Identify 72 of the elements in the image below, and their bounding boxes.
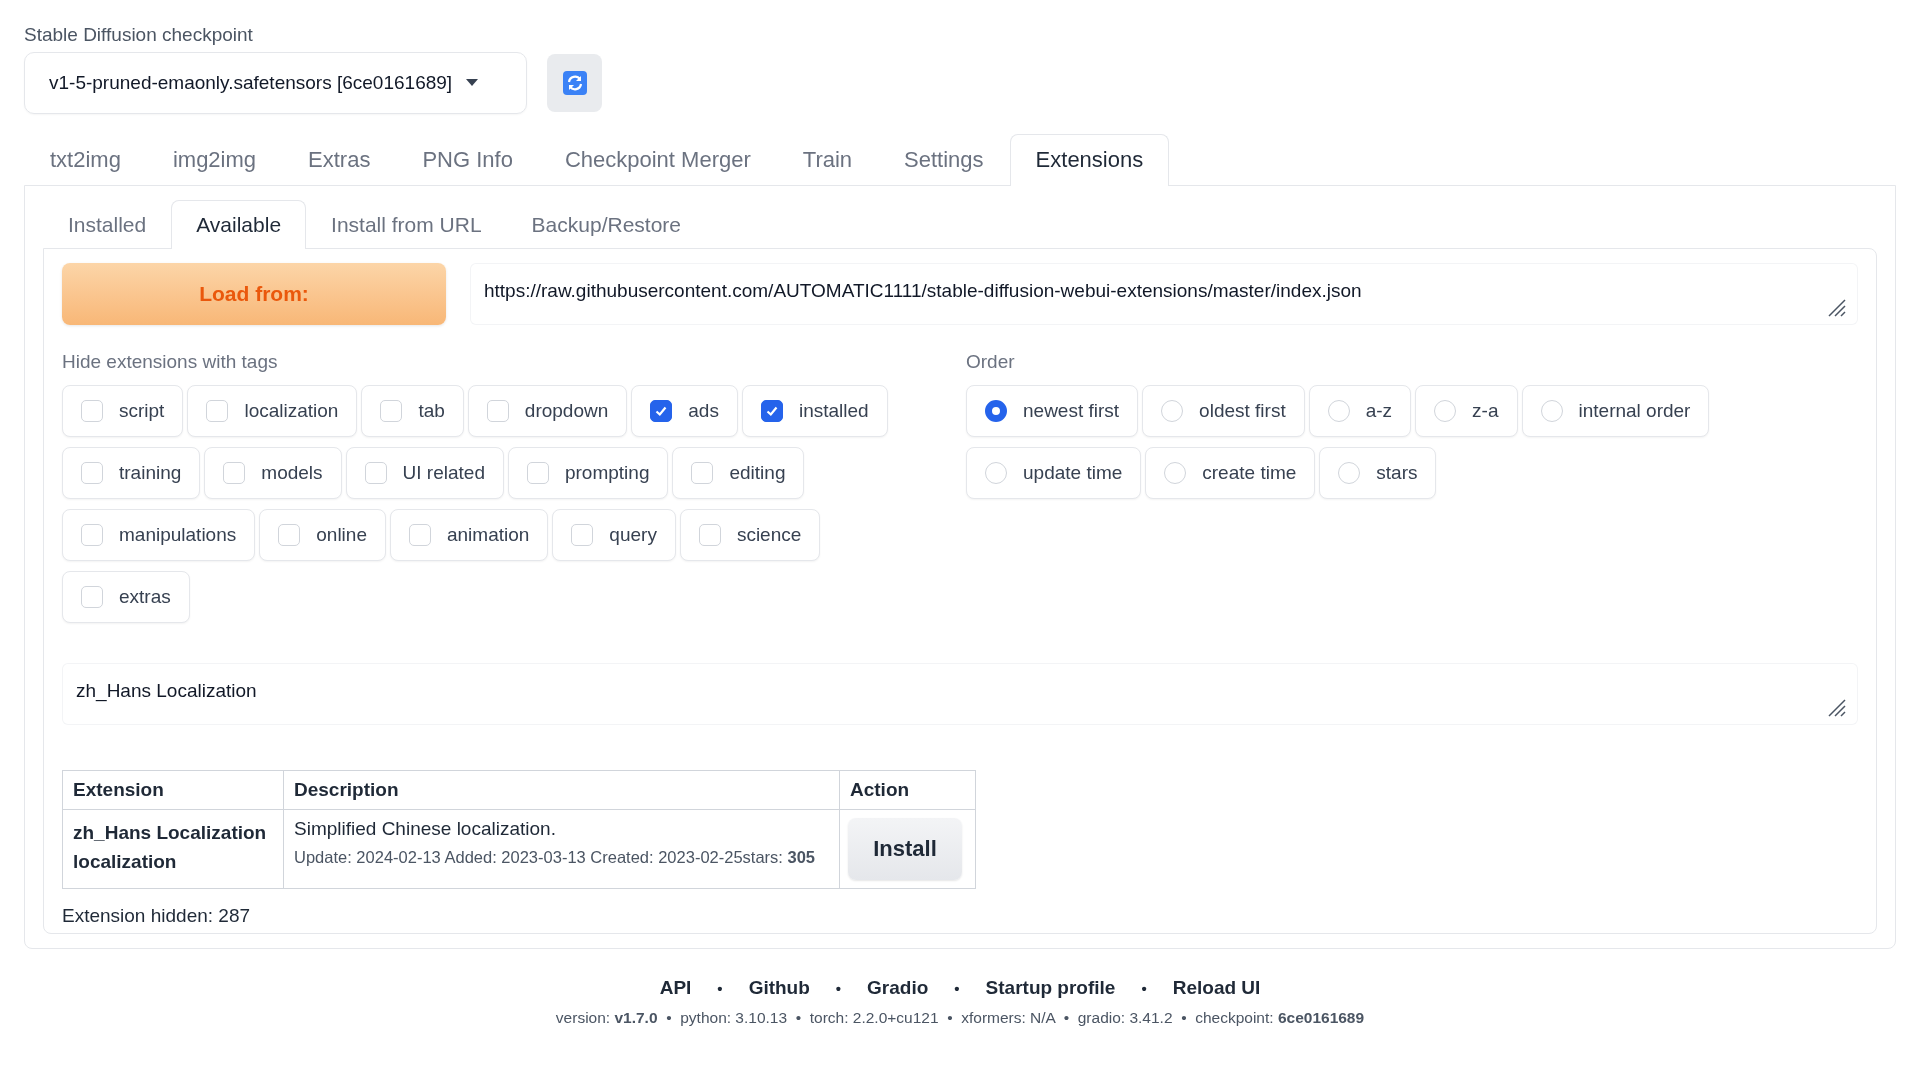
- install-button[interactable]: Install: [848, 818, 962, 880]
- tab[interactable]: PNG Info: [396, 134, 539, 186]
- extension-name: zh_Hans Localization: [73, 821, 268, 845]
- tab[interactable]: Settings: [878, 134, 1010, 186]
- tab[interactable]: Install from URL: [306, 200, 507, 249]
- refresh-button[interactable]: [547, 54, 602, 112]
- column-header: Action: [839, 770, 976, 810]
- checkbox-option[interactable]: prompting: [507, 447, 669, 499]
- checkmark-icon: [764, 404, 779, 418]
- extension-details: Update: 2024-02-13 Added: 2023-03-13 Created: 2023-02-25stars: 305: [294, 848, 817, 867]
- footer-link[interactable]: Gradio: [867, 977, 929, 999]
- extension-tags: localization: [73, 847, 273, 876]
- radio-button[interactable]: [985, 400, 1007, 422]
- radio-option[interactable]: a-z: [1308, 385, 1412, 437]
- checkbox-option[interactable]: editing: [672, 447, 805, 499]
- checkbox-option[interactable]: dropdown: [467, 385, 628, 437]
- checkbox-option[interactable]: models: [204, 447, 342, 499]
- checkbox-option[interactable]: training: [62, 447, 201, 499]
- radio-option[interactable]: internal order: [1521, 385, 1710, 437]
- radio-option[interactable]: newest first: [966, 385, 1139, 437]
- checkbox-option[interactable]: manipulations: [62, 509, 256, 561]
- separator: •: [1141, 979, 1147, 997]
- checkpoint-dropdown[interactable]: v1-5-pruned-emaonly.safetensors [6ce0161689]: [24, 52, 527, 114]
- footer-link[interactable]: Reload UI: [1172, 977, 1261, 999]
- checkbox-option[interactable]: UI related: [345, 447, 504, 499]
- tab[interactable]: Train: [776, 134, 879, 186]
- resize-handle-icon[interactable]: [1826, 697, 1846, 717]
- url-field[interactable]: https://raw.githubusercontent.com/AUTOMATIC1111/stable-diffusion-webui-extensions/master/index.json: [470, 263, 1858, 325]
- tab[interactable]: Installed: [43, 200, 172, 249]
- tab[interactable]: Extensions: [1009, 134, 1170, 186]
- checkbox[interactable]: [650, 400, 673, 422]
- checkbox-option[interactable]: extras: [62, 571, 190, 623]
- tab[interactable]: Checkpoint Merger: [538, 134, 777, 186]
- radio-option[interactable]: z-a: [1415, 385, 1518, 437]
- radio-option[interactable]: oldest first: [1142, 385, 1305, 437]
- radio-option[interactable]: create time: [1145, 447, 1316, 499]
- tab[interactable]: Extras: [282, 134, 397, 186]
- version-info: version: v1.7.0 • python: 3.10.13 • torch: 2.2.0+cu121 • xformers: N/A • gradio: 3.41.2 • checkpoint: 6ce0161689: [555, 1009, 1365, 1027]
- hidden-count: Extension hidden: 287: [62, 905, 251, 927]
- refresh-icon: [562, 71, 587, 95]
- column-header: Extension: [62, 770, 284, 810]
- separator: •: [717, 979, 723, 997]
- checkbox-option[interactable]: script: [62, 385, 184, 437]
- checkbox-option[interactable]: animation: [389, 509, 549, 561]
- checkbox-option[interactable]: tab: [361, 385, 464, 437]
- checkbox-option[interactable]: online: [259, 509, 386, 561]
- tab[interactable]: txt2img: [24, 134, 147, 186]
- resize-handle-icon[interactable]: [1826, 297, 1846, 317]
- checkbox-option[interactable]: science: [679, 509, 821, 561]
- checkbox-option[interactable]: ads: [631, 385, 738, 437]
- caret-icon: [466, 79, 479, 87]
- checkmark-icon: [654, 404, 669, 418]
- checkbox-option[interactable]: localization: [187, 385, 358, 437]
- footer-link[interactable]: Startup profile: [985, 977, 1116, 999]
- checkbox-option[interactable]: installed: [741, 385, 888, 437]
- group-label: Order: [966, 351, 1015, 373]
- column-header: Description: [283, 770, 840, 810]
- footer-link[interactable]: Github: [748, 977, 810, 999]
- radio-option[interactable]: stars: [1319, 447, 1437, 499]
- tab[interactable]: Available: [171, 200, 307, 249]
- radio-option[interactable]: update time: [966, 447, 1142, 499]
- group-label: Hide extensions with tags: [62, 351, 278, 373]
- separator: •: [835, 979, 842, 997]
- tab[interactable]: img2img: [146, 134, 283, 186]
- footer-link[interactable]: API: [659, 977, 692, 999]
- checkbox-option[interactable]: query: [552, 509, 676, 561]
- tab[interactable]: Backup/Restore: [506, 200, 707, 249]
- extension-description: Simplified Chinese localization.: [294, 818, 557, 840]
- separator: •: [954, 979, 960, 997]
- field-label: Stable Diffusion checkpoint: [24, 24, 253, 46]
- checkbox[interactable]: [760, 400, 783, 422]
- search-field[interactable]: zh_Hans Localization: [62, 663, 1858, 725]
